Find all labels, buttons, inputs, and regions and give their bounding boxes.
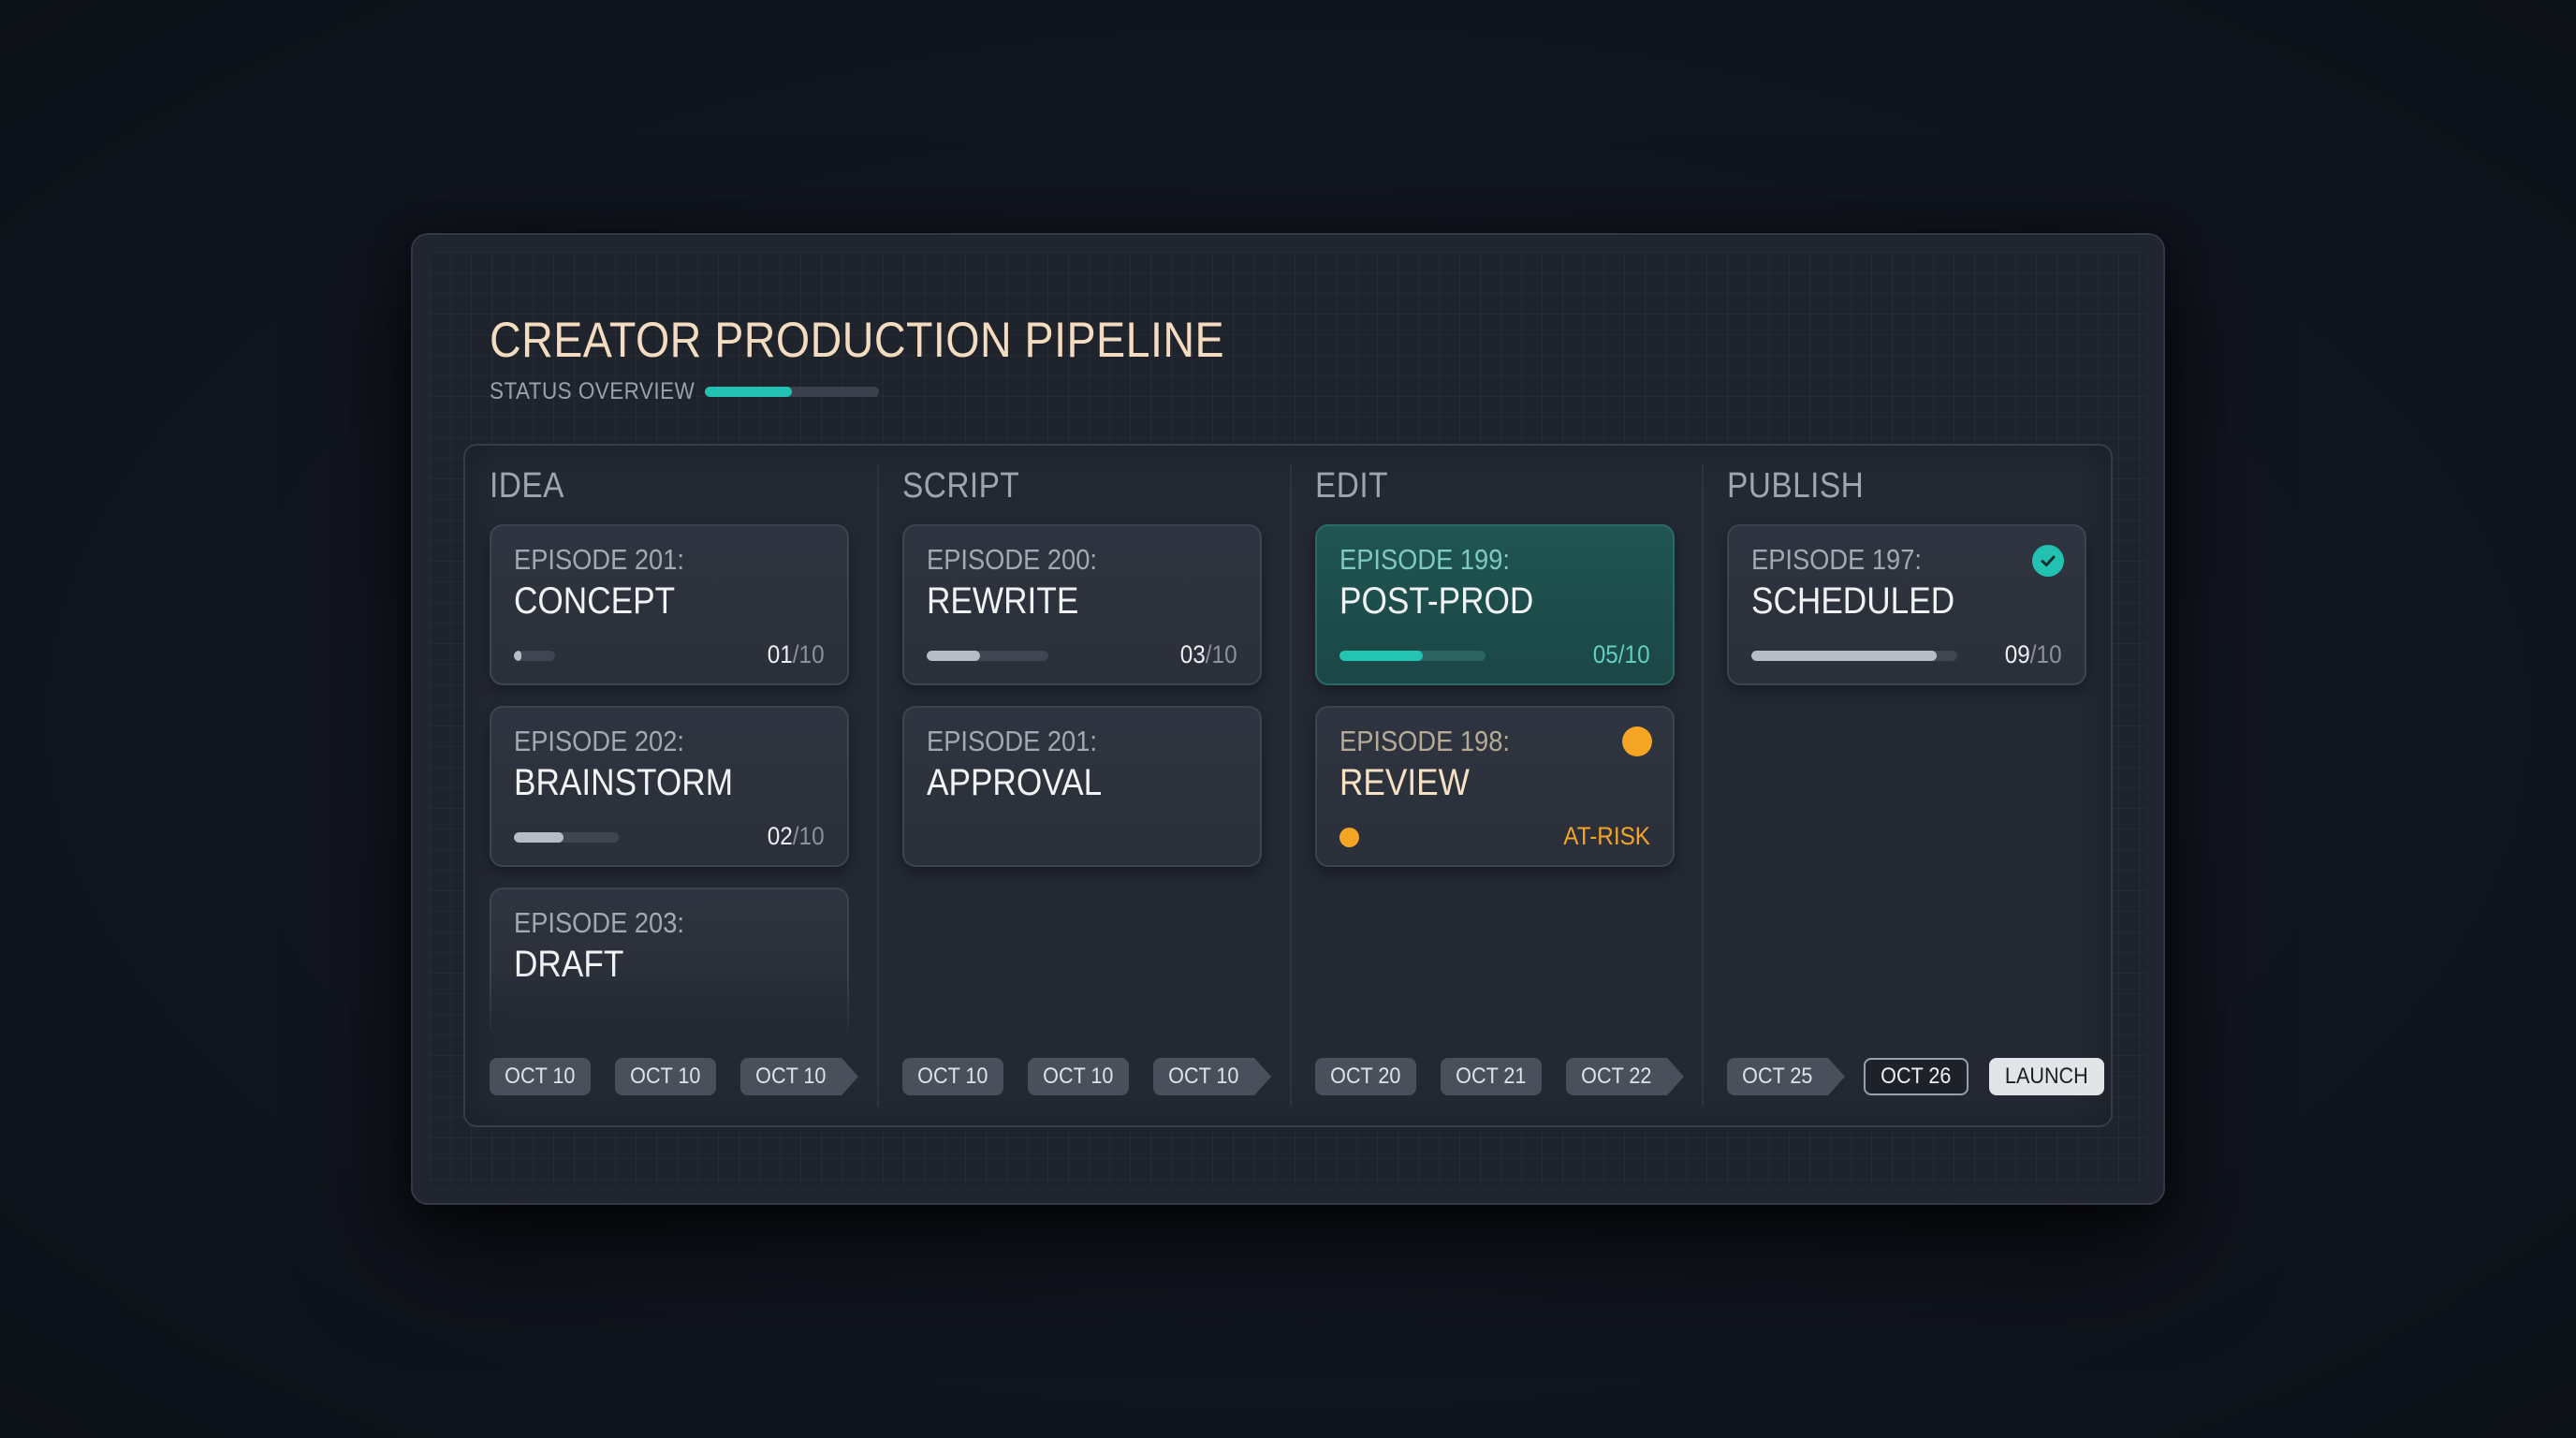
card-count: 01/10 <box>768 640 825 669</box>
date-chip-label: OCT 10 <box>1168 1064 1239 1089</box>
card-episode-201-concept[interactable]: EPISODE 201: CONCEPT 01/10 <box>490 524 849 685</box>
card-name: BRAINSTORM <box>514 762 734 803</box>
date-chip-arrow[interactable]: OCT 22 <box>1566 1058 1684 1095</box>
count-value: 09 <box>2005 640 2031 668</box>
date-chip-label: OCT 26 <box>1881 1064 1952 1089</box>
card-episode-203-draft[interactable]: EPISODE 203: DRAFT <box>490 888 849 1037</box>
card-episode: EPISODE 200: <box>927 543 1097 576</box>
count-total: /10 <box>793 640 825 668</box>
status-overview: STATUS OVERVIEW <box>490 378 879 405</box>
date-chip[interactable]: OCT 20 <box>1315 1058 1416 1095</box>
card-progress-bar <box>514 651 555 661</box>
card-episode: EPISODE 201: <box>927 725 1097 757</box>
card-episode-201-approval[interactable]: EPISODE 201: APPROVAL <box>902 706 1262 867</box>
column-title: EDIT <box>1315 466 1388 506</box>
overview-progress-fill <box>705 387 792 397</box>
count-value: 05 <box>1593 640 1619 668</box>
at-risk-dot-icon <box>1339 828 1359 847</box>
count-total: /10 <box>1618 640 1650 668</box>
card-progress-bar <box>1339 651 1486 661</box>
count-total: /10 <box>1206 640 1237 668</box>
date-chip-label: OCT 10 <box>755 1064 827 1089</box>
date-chip-label: OCT 10 <box>1043 1064 1114 1089</box>
card-progress-fill <box>514 651 522 661</box>
card-episode-202-brainstorm[interactable]: EPISODE 202: BRAINSTORM 02/10 <box>490 706 849 867</box>
date-chip-label: OCT 10 <box>630 1064 701 1089</box>
launch-button[interactable]: LAUNCH <box>1989 1058 2104 1095</box>
column-title: PUBLISH <box>1727 466 1865 506</box>
date-chip[interactable]: OCT 21 <box>1441 1058 1542 1095</box>
card-progress-fill <box>1339 651 1423 661</box>
check-circle-icon <box>2032 545 2064 577</box>
date-chip-arrow[interactable]: OCT 25 <box>1727 1058 1845 1095</box>
column-publish: PUBLISH EPISODE 197: SCHEDULED 09/10 OCT… <box>1703 446 2115 1125</box>
card-episode-197-scheduled[interactable]: EPISODE 197: SCHEDULED 09/10 <box>1727 524 2086 685</box>
card-progress-bar <box>927 651 1048 661</box>
card-episode: EPISODE 197: <box>1751 543 1922 576</box>
count-value: 02 <box>768 822 794 850</box>
date-chip-label: OCT 20 <box>1330 1064 1401 1089</box>
column-idea: IDEA EPISODE 201: CONCEPT 01/10 EPISODE … <box>465 446 877 1125</box>
date-chip[interactable]: OCT 10 <box>1028 1058 1129 1095</box>
card-count: 02/10 <box>768 822 825 851</box>
page-title: CREATOR PRODUCTION PIPELINE <box>490 313 1225 368</box>
card-episode: EPISODE 202: <box>514 725 684 757</box>
card-count: 09/10 <box>2005 640 2062 669</box>
card-episode: EPISODE 199: <box>1339 543 1510 576</box>
launch-button-label: LAUNCH <box>2004 1064 2088 1089</box>
column-title: SCRIPT <box>902 466 1020 506</box>
card-episode-200-rewrite[interactable]: EPISODE 200: REWRITE 03/10 <box>902 524 1262 685</box>
date-chip-label: OCT 10 <box>917 1064 988 1089</box>
card-progress-bar <box>1751 651 1957 661</box>
date-chip-label: OCT 22 <box>1581 1064 1652 1089</box>
date-chip-selected[interactable]: OCT 26 <box>1864 1058 1969 1095</box>
card-count: 05/10 <box>1593 640 1650 669</box>
status-overview-label: STATUS OVERVIEW <box>490 378 695 404</box>
card-name: POST-PROD <box>1339 580 1534 622</box>
card-count: 03/10 <box>1180 640 1237 669</box>
count-total: /10 <box>793 822 825 850</box>
card-name: DRAFT <box>514 944 624 985</box>
card-episode: EPISODE 203: <box>514 906 684 939</box>
status-badge: AT-RISK <box>1563 822 1650 850</box>
pipeline-panel: CREATOR PRODUCTION PIPELINE STATUS OVERV… <box>411 233 2165 1205</box>
overview-progress-bar <box>705 387 879 397</box>
date-chip-arrow[interactable]: OCT 10 <box>1153 1058 1271 1095</box>
card-progress-fill <box>1751 651 1937 661</box>
kanban-board: IDEA EPISODE 201: CONCEPT 01/10 EPISODE … <box>463 444 2113 1127</box>
card-name: APPROVAL <box>927 762 1103 803</box>
card-progress-bar <box>514 832 619 843</box>
card-episode: EPISODE 198: <box>1339 725 1510 757</box>
column-edit: EDIT EPISODE 199: POST-PROD 05/10 EPISOD… <box>1291 446 1703 1125</box>
count-value: 03 <box>1180 640 1207 668</box>
date-chip-arrow[interactable]: OCT 10 <box>740 1058 858 1095</box>
card-progress-fill <box>927 651 981 661</box>
card-episode-198-review[interactable]: EPISODE 198: REVIEW AT-RISK <box>1315 706 1675 867</box>
card-name: CONCEPT <box>514 580 676 622</box>
card-name: SCHEDULED <box>1751 580 1955 622</box>
card-episode: EPISODE 201: <box>514 543 684 576</box>
date-chip[interactable]: OCT 10 <box>490 1058 591 1095</box>
date-chip-label: OCT 25 <box>1742 1064 1813 1089</box>
date-chip[interactable]: OCT 10 <box>615 1058 716 1095</box>
card-name: REVIEW <box>1339 762 1470 803</box>
count-total: /10 <box>2030 640 2062 668</box>
card-episode-199-post-prod[interactable]: EPISODE 199: POST-PROD 05/10 <box>1315 524 1675 685</box>
at-risk-indicator-icon <box>1622 726 1652 756</box>
column-script: SCRIPT EPISODE 200: REWRITE 03/10 EPISOD… <box>878 446 1290 1125</box>
card-progress-fill <box>514 832 564 843</box>
count-value: 01 <box>768 640 794 668</box>
date-chip[interactable]: OCT 10 <box>902 1058 1003 1095</box>
card-name: REWRITE <box>927 580 1079 622</box>
column-title: IDEA <box>490 466 564 506</box>
date-chip-label: OCT 10 <box>505 1064 576 1089</box>
date-chip-label: OCT 21 <box>1456 1064 1527 1089</box>
